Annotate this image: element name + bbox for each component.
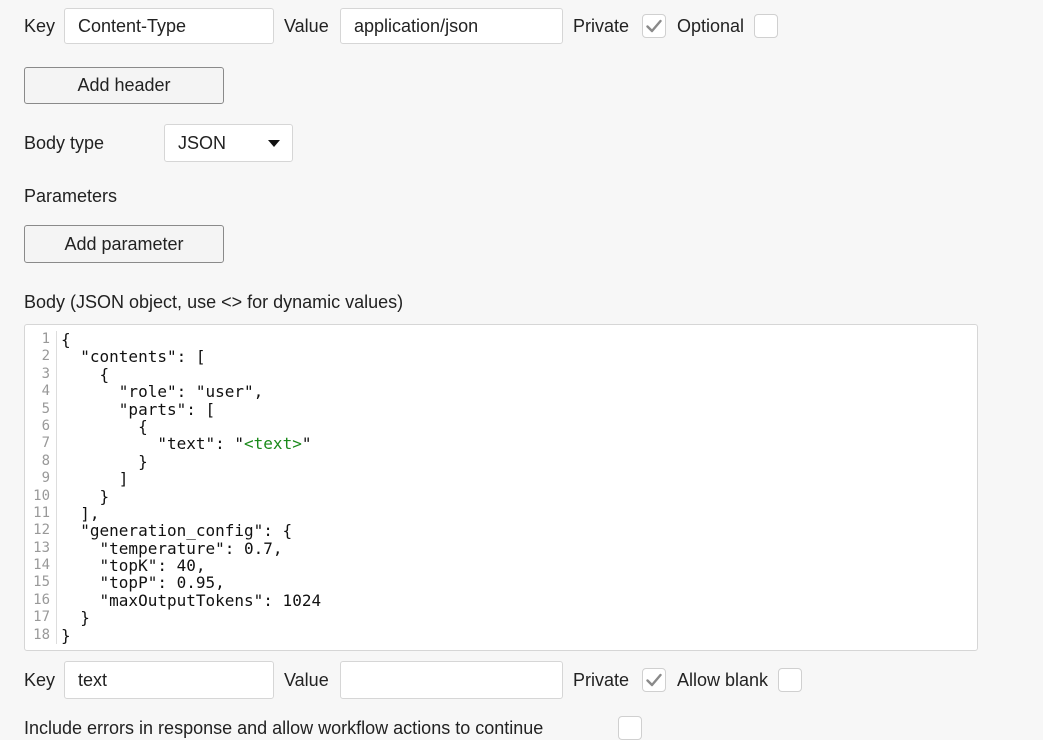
line-number: 7 [41,435,50,452]
include-errors-checkbox[interactable] [618,716,642,740]
param-key-label: Key [24,670,56,690]
line-number-gutter: 1 2 3 4 5 6 7 8 9 10 11 12 13 14 15 16 17 18 [25,331,57,645]
code-line: "generation_config": { [61,522,321,539]
code-line: "maxOutputTokens": 1024 [61,590,322,610]
code-line: } [61,609,321,626]
line-number: 4 [41,383,50,400]
line-number: 9 [41,470,50,487]
header-value-label: Value [284,16,329,36]
header-value-input[interactable] [340,8,563,44]
line-number: 11 [33,504,50,521]
header-private-label: Private [573,16,630,36]
param-private-label: Private [573,670,630,690]
code-line: { [61,366,321,383]
code-line: ] [61,470,321,487]
code-line: } [61,625,321,645]
param-allow-blank-label: Allow blank [677,670,769,690]
line-number: 3 [41,365,50,382]
json-body-editor[interactable]: 1 2 3 4 5 6 7 8 9 10 11 12 13 14 15 16 17 18 { "contents"… [24,324,978,651]
code-text: ], [61,503,100,523]
code-line: ], [61,505,321,522]
code-line: { [61,331,321,348]
code-line: } [61,486,321,506]
code-text: { [61,364,110,384]
dynamic-value: <text> [244,434,302,454]
code-text: "role": "user", [61,382,264,402]
include-errors-label: Include errors in response and allow wor… [24,718,544,738]
code-text: "generation_config": { [61,521,293,541]
header-key-label: Key [24,16,56,36]
code-text: " [301,434,312,454]
line-number: 10 [33,487,50,504]
param-value-label: Value [284,670,329,690]
header-private-checkbox[interactable] [642,14,666,38]
line-number: 15 [33,574,50,591]
code-text: { [61,416,148,436]
param-key-input[interactable] [64,661,274,699]
code-text: { [61,330,71,349]
code-line: "contents": [ [61,348,321,365]
body-type-selected: JSON [178,133,227,153]
line-number: 17 [33,609,50,626]
code-line: { [61,418,321,435]
code-text: } [61,608,90,628]
code-line: "role": "user", [61,383,321,400]
code-content[interactable]: { "contents": [ { "role": "user", "parts… [61,331,321,644]
body-type-label: Body type [24,133,105,153]
code-text: "maxOutputTokens": 1024 [61,590,322,610]
line-number: 18 [33,626,50,643]
line-number: 1 [41,331,50,347]
header-optional-label: Optional [677,16,745,36]
add-header-button[interactable]: Add header [24,67,224,104]
code-text: "topK": 40, [61,556,206,576]
line-number: 6 [41,417,50,434]
code-line: "text": "<text>" [61,435,321,452]
line-number: 5 [41,400,50,417]
code-text: "topP": 0.95, [61,573,225,593]
param-private-checkbox[interactable] [642,668,666,692]
code-line: "parts": [ [61,399,321,419]
line-number: 8 [41,452,50,469]
code-line: "topK": 40, [61,557,321,574]
code-line: } [61,453,321,470]
code-text: } [61,625,71,645]
code-line: "topP": 0.95, [61,574,321,591]
line-number: 14 [33,557,50,574]
code-text: "temperature": 0.7, [61,538,283,558]
line-number: 13 [33,539,50,556]
checkmark-icon [646,19,662,33]
code-text: ] [61,469,129,489]
code-text: "contents": [ [61,347,206,367]
body-label: Body (JSON object, use <> for dynamic va… [24,292,404,312]
line-number: 12 [33,522,50,539]
code-text: } [61,451,148,471]
code-text: "parts": [ [61,399,216,419]
add-parameter-button[interactable]: Add parameter [24,225,224,263]
code-text: "text": " [61,434,245,454]
body-type-select[interactable]: JSON [164,124,293,162]
line-number: 16 [33,591,50,608]
chevron-down-icon [268,140,280,147]
parameters-heading: Parameters [24,186,118,206]
param-allow-blank-checkbox[interactable] [778,668,802,692]
param-value-input[interactable] [340,661,563,699]
code-text: } [61,486,110,506]
header-key-input[interactable] [64,8,274,44]
code-line: "temperature": 0.7, [61,538,321,558]
line-number: 2 [41,348,50,365]
checkmark-icon [646,673,662,687]
header-optional-checkbox[interactable] [754,14,778,38]
